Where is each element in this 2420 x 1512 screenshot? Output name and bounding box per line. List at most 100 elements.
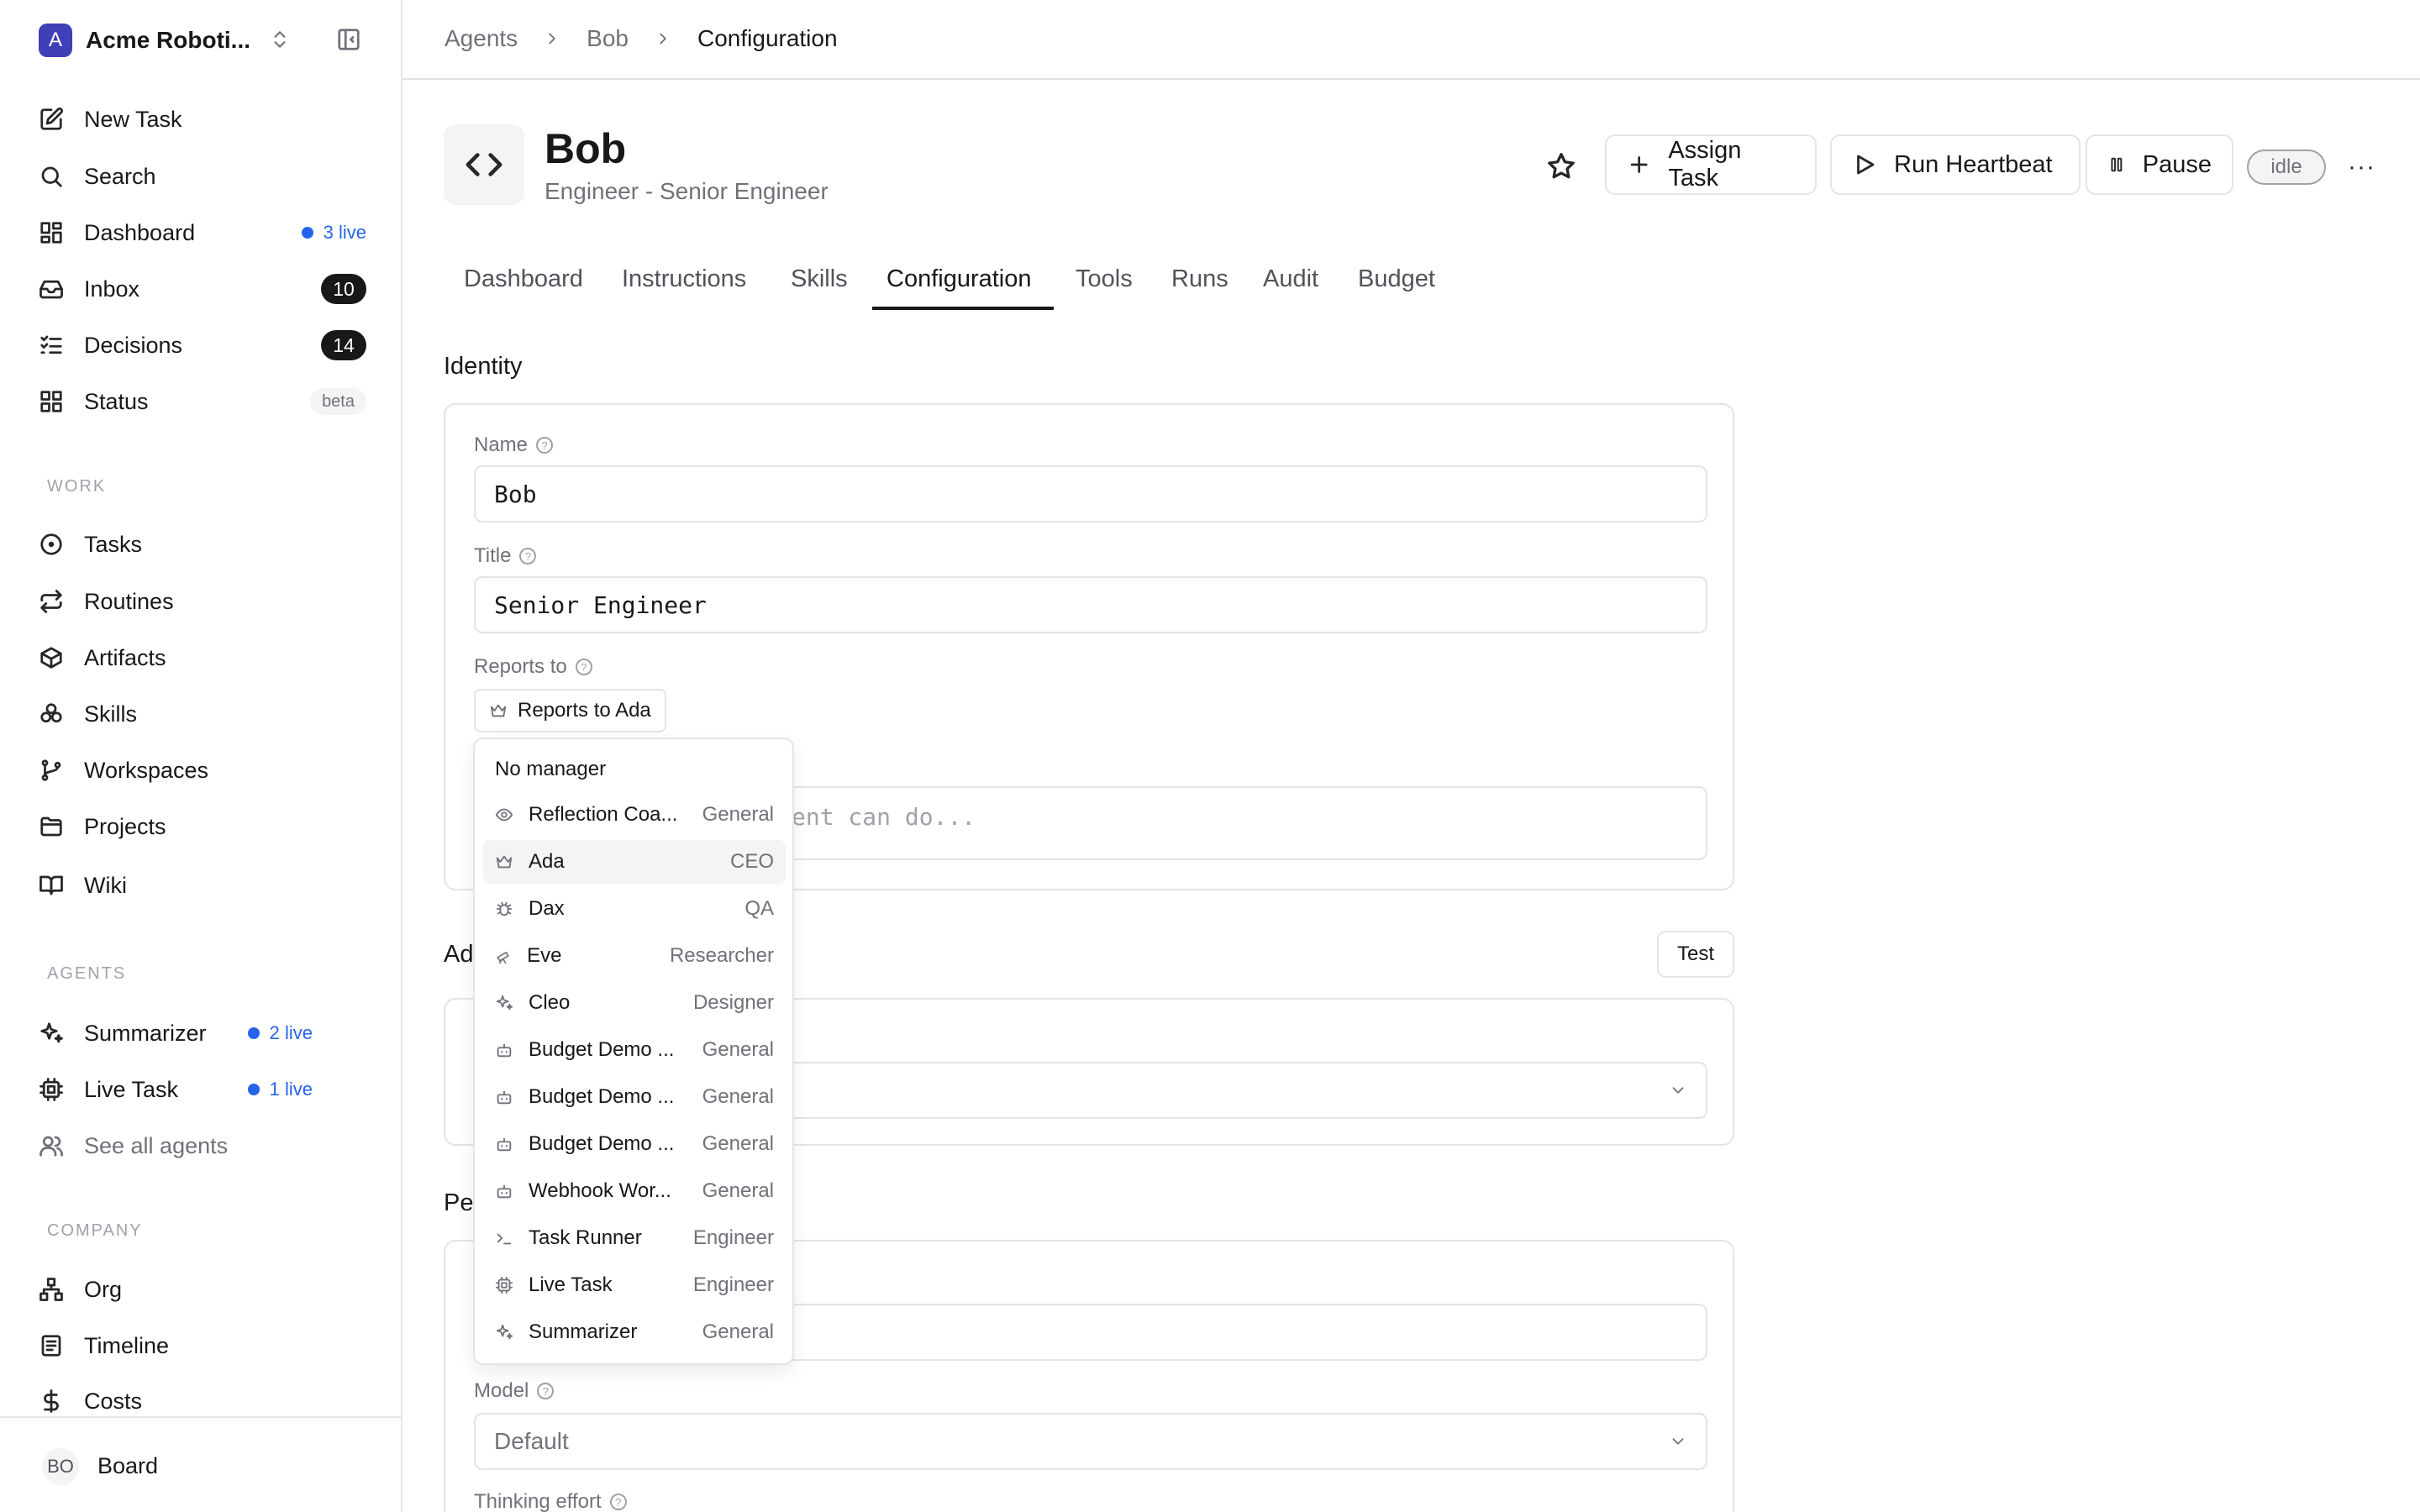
workspace-switcher[interactable]: A Acme Roboti... xyxy=(39,24,286,57)
option-role: General xyxy=(702,1085,774,1108)
run-heartbeat-button[interactable]: Run Heartbeat xyxy=(1830,134,2081,195)
option-role: Engineer xyxy=(692,1226,774,1249)
nav-label: Inbox xyxy=(84,276,140,302)
option-role: CEO xyxy=(729,850,774,873)
tab-budget[interactable]: Budget xyxy=(1358,265,1435,293)
plus-icon xyxy=(1630,156,1648,173)
nav-label: Workspaces xyxy=(84,757,209,783)
chevron-up-down-icon xyxy=(274,31,286,48)
nav-workspaces[interactable]: Workspaces xyxy=(39,747,366,794)
section-label-work: WORK xyxy=(47,477,107,496)
nav-org[interactable]: Org xyxy=(39,1266,366,1313)
sidebar: A Acme Roboti... New Task Search Dashboa… xyxy=(0,0,402,1512)
inbox-count-badge: 10 xyxy=(321,274,366,304)
help-icon[interactable]: ? xyxy=(536,437,554,454)
option-role: Researcher xyxy=(669,944,774,967)
reports-to-button[interactable]: Reports to Ada xyxy=(474,689,666,732)
manager-option[interactable]: Budget Demo ... General xyxy=(483,1075,786,1119)
tab-runs[interactable]: Runs xyxy=(1171,265,1228,293)
workspace-name: Acme Roboti... xyxy=(86,27,251,53)
assign-task-button[interactable]: Assign Task xyxy=(1605,134,1817,195)
sparkle-icon xyxy=(496,995,513,1011)
live-indicator: 3 live xyxy=(301,222,366,244)
nav-agent-summarizer[interactable]: Summarizer 2 live xyxy=(39,1010,366,1057)
title-input[interactable]: Senior Engineer xyxy=(474,576,1707,633)
chevron-right-icon xyxy=(549,33,555,45)
star-icon[interactable] xyxy=(1546,151,1576,181)
nav-status[interactable]: Status beta xyxy=(39,378,366,425)
tab-instructions[interactable]: Instructions xyxy=(622,265,746,293)
nav-decisions[interactable]: Decisions 14 xyxy=(39,322,366,369)
manager-option[interactable]: Reflection Coa... General xyxy=(483,793,786,837)
manager-option[interactable]: Budget Demo ... General xyxy=(483,1028,786,1072)
section-label-company: COMPANY xyxy=(47,1221,143,1240)
manager-option[interactable]: Dax QA xyxy=(483,887,786,931)
nav-label: Dashboard xyxy=(84,219,196,245)
tab-dashboard[interactable]: Dashboard xyxy=(464,265,583,293)
nav-projects[interactable]: Projects xyxy=(39,803,366,850)
eye-icon xyxy=(495,808,513,822)
nav-label: Skills xyxy=(84,701,138,727)
tab-audit[interactable]: Audit xyxy=(1263,265,1318,293)
option-role: General xyxy=(702,1132,774,1155)
breadcrumb-agents[interactable]: Agents xyxy=(445,25,518,52)
nav-artifacts[interactable]: Artifacts xyxy=(39,634,366,681)
manager-option[interactable]: Cleo Designer xyxy=(483,981,786,1025)
bot-icon xyxy=(497,1137,512,1152)
book-icon xyxy=(39,875,63,895)
pause-button[interactable]: Pause xyxy=(2086,134,2233,195)
nav-routines[interactable]: Routines xyxy=(39,578,366,625)
manager-option[interactable]: Task Runner Engineer xyxy=(483,1216,786,1260)
manager-option[interactable]: Live Task Engineer xyxy=(483,1263,786,1307)
nav-label: Summarizer xyxy=(84,1020,207,1046)
status-badge: idle xyxy=(2247,150,2326,185)
nav-dashboard[interactable]: Dashboard 3 live xyxy=(39,209,366,256)
tab-tools[interactable]: Tools xyxy=(1076,265,1133,293)
nav-wiki[interactable]: Wiki xyxy=(39,862,366,909)
option-role: General xyxy=(702,1179,774,1202)
reports-to-dropdown: No manager Reflection Coa... General Ada… xyxy=(473,738,794,1365)
option-name: Summarizer xyxy=(529,1320,638,1343)
nav-see-all-agents[interactable]: See all agents xyxy=(39,1122,366,1169)
tab-configuration[interactable]: Configuration xyxy=(886,265,1032,293)
button-label: Assign Task xyxy=(1668,137,1742,192)
help-icon[interactable]: ? xyxy=(575,659,592,675)
help-icon[interactable]: ? xyxy=(609,1494,627,1510)
manager-option[interactable]: Budget Demo ... General xyxy=(483,1122,786,1166)
nav-timeline[interactable]: Timeline xyxy=(39,1322,366,1369)
more-options-button[interactable]: ··· xyxy=(2348,153,2375,181)
tab-skills[interactable]: Skills xyxy=(791,265,848,293)
help-icon[interactable]: ? xyxy=(537,1383,555,1399)
cpu-icon xyxy=(39,1078,63,1101)
breadcrumb-agent[interactable]: Bob xyxy=(587,25,629,52)
no-manager-option[interactable]: No manager xyxy=(495,758,606,781)
nav-inbox[interactable]: Inbox 10 xyxy=(39,265,366,312)
terminal-icon xyxy=(497,1233,512,1245)
manager-option-selected[interactable]: Ada CEO xyxy=(483,840,786,884)
manager-option[interactable]: Eve Researcher xyxy=(483,934,786,978)
help-icon[interactable]: ? xyxy=(519,548,537,564)
identity-heading: Identity xyxy=(444,353,523,380)
option-name: Budget Demo ... xyxy=(529,1038,675,1061)
test-button[interactable]: Test xyxy=(1657,931,1734,978)
name-input[interactable]: Bob xyxy=(474,465,1707,522)
pencil-square-icon xyxy=(40,107,64,130)
manager-option[interactable]: Summarizer General xyxy=(483,1310,786,1354)
nav-tasks[interactable]: Tasks xyxy=(39,521,366,568)
live-indicator: 2 live xyxy=(247,1022,313,1044)
section-label-agents: AGENTS xyxy=(47,964,127,983)
top-bar: Agents Bob Configuration xyxy=(402,0,2420,80)
sidebar-collapse-icon[interactable] xyxy=(336,27,361,52)
workspace-logo: A xyxy=(39,24,72,57)
user-name: Board xyxy=(97,1453,159,1478)
nav-skills[interactable]: Skills xyxy=(39,690,366,738)
agent-subtitle: Engineer - Senior Engineer xyxy=(544,178,829,204)
nav-new-task[interactable]: New Task xyxy=(39,96,366,143)
crown-icon xyxy=(496,855,513,869)
manager-option[interactable]: Webhook Wor... General xyxy=(483,1169,786,1213)
breadcrumb: Agents Bob Configuration xyxy=(445,25,838,52)
nav-agent-live-task[interactable]: Live Task 1 live xyxy=(39,1066,366,1113)
nav-search[interactable]: Search xyxy=(39,153,366,200)
model-select[interactable]: Default xyxy=(474,1413,1707,1470)
user-menu[interactable]: BO Board xyxy=(0,1416,402,1512)
